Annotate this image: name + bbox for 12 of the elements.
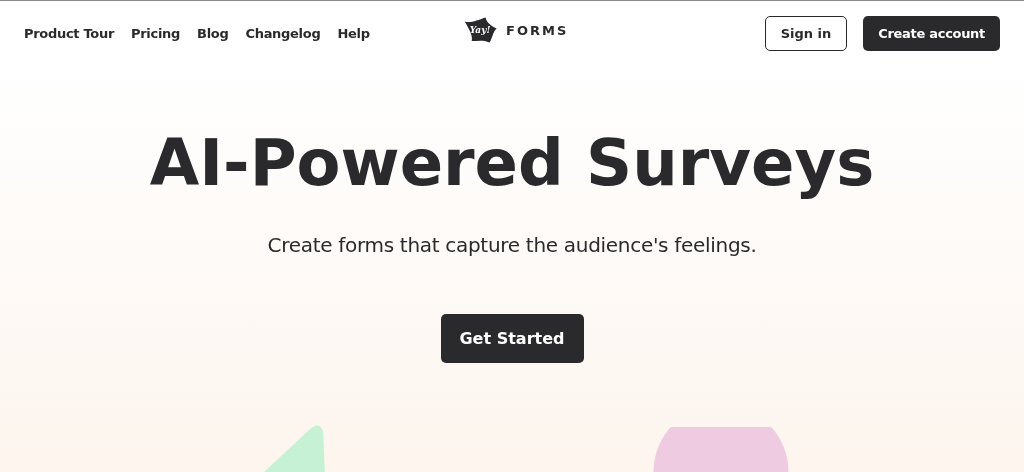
create-account-button[interactable]: Create account: [863, 15, 1000, 51]
hero-subtitle: Create forms that capture the audience's feelings.: [267, 233, 757, 257]
nav-link[interactable]: Help: [337, 25, 370, 41]
get-started-button[interactable]: Get Started: [440, 314, 584, 363]
nav-link[interactable]: Blog: [197, 25, 229, 41]
hero-title: AI-Powered Surveys: [149, 125, 875, 202]
logo-mark[interactable]: Yay!: [462, 15, 498, 45]
nav-link[interactable]: Pricing: [131, 25, 181, 41]
nav-link[interactable]: Product Tour: [24, 25, 114, 41]
sign-in-button[interactable]: Sign in: [764, 15, 848, 51]
logo-text[interactable]: FORMS: [506, 22, 569, 38]
nav-link[interactable]: Changelog: [245, 25, 321, 41]
